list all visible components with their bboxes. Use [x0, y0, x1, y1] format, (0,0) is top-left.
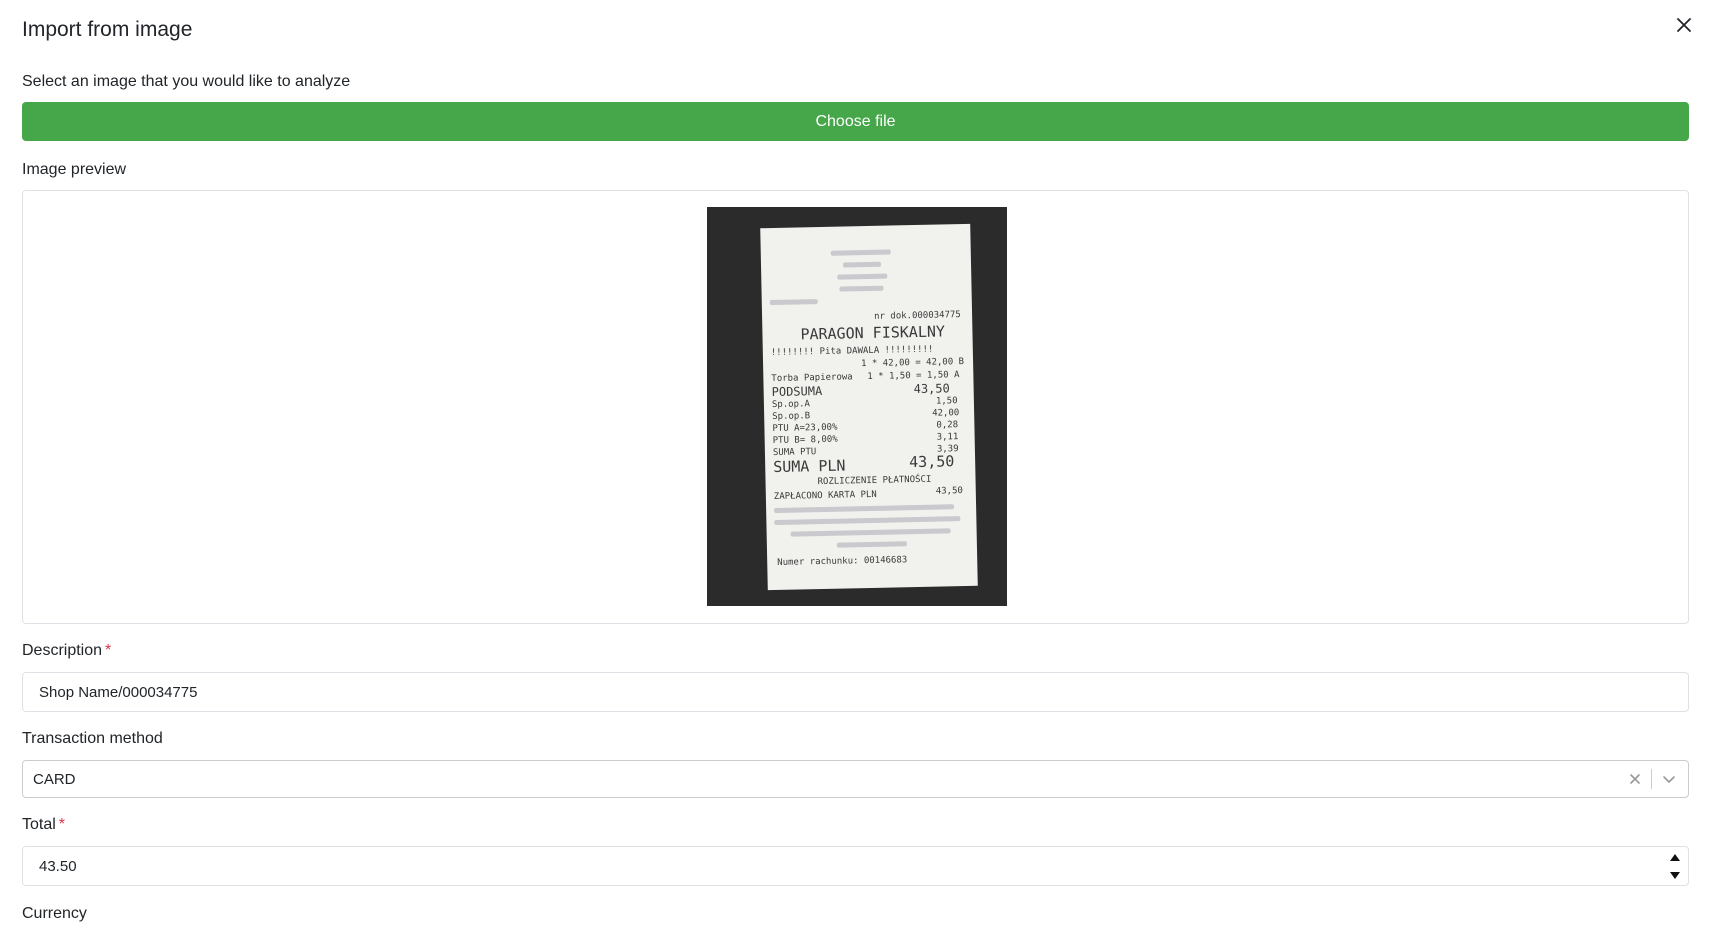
transaction-method-value: CARD [33, 770, 76, 788]
required-mark: * [58, 816, 66, 833]
receipt-item-name: !!!!!!!! Pita DAWALA !!!!!!!!! [770, 344, 934, 359]
clear-select-button[interactable] [1626, 770, 1644, 788]
choose-file-button[interactable]: Choose file [22, 102, 1689, 141]
receipt-heading: PARAGON FISKALNY [800, 322, 946, 344]
description-label: Description * [22, 642, 111, 660]
required-mark: * [105, 642, 112, 659]
receipt-photo: nr dok.000034775 PARAGON FISKALNY !!!!!!… [707, 207, 1007, 606]
image-preview-label: Image preview [22, 161, 127, 178]
total-value: 43.50 [39, 857, 77, 875]
transaction-method-label: Transaction method [22, 730, 163, 747]
clear-icon[interactable] [1629, 773, 1641, 785]
chevron-down-icon[interactable] [1662, 774, 1676, 784]
receipt-subtotal-label: PODSUMA [771, 383, 823, 400]
receipt-spa-label: Sp.op.A [771, 399, 810, 411]
import-from-image-modal: Import from image Select an image that y… [0, 0, 1709, 930]
receipt-spb-value: 42,00 [932, 408, 960, 419]
receipt-settlement: ROZLICZENIE PŁATNOŚCI [817, 474, 932, 488]
decrement-button[interactable] [1666, 867, 1684, 883]
receipt-ptua-label: PTU A=23,00% [772, 422, 838, 435]
receipt-ptub-label: PTU B= 8,00% [772, 434, 838, 447]
receipt-paid-value: 43,50 [935, 486, 963, 497]
receipt-doc-no: nr dok.000034775 [874, 310, 961, 322]
receipt-number: Numer rachunku: 00146683 [777, 555, 908, 568]
increment-button[interactable] [1666, 849, 1684, 865]
receipt-ptua-value: 0,28 [936, 420, 959, 431]
select-separator [1651, 769, 1652, 789]
receipt-paid-label: ZAPŁACONO KARTA PLN [773, 489, 877, 503]
receipt-ptub-value: 3,11 [936, 432, 959, 443]
description-input[interactable]: Shop Name/000034775 [22, 672, 1689, 712]
receipt-bag-name: Torba Papierowa [771, 372, 853, 385]
caret-down-icon[interactable] [1670, 871, 1680, 879]
number-spinner [1666, 849, 1684, 883]
close-button[interactable] [1669, 10, 1699, 40]
transaction-method-select[interactable]: CARD [22, 760, 1689, 798]
upload-label: Select an image that you would like to a… [22, 73, 351, 90]
select-dropdown-toggle[interactable] [1658, 769, 1680, 789]
receipt-spa-value: 1,50 [935, 396, 958, 407]
total-label: Total * [22, 816, 65, 834]
total-label-text: Total [22, 816, 56, 833]
receipt-paper: nr dok.000034775 PARAGON FISKALNY !!!!!!… [760, 223, 978, 591]
total-input[interactable]: 43.50 [22, 846, 1689, 886]
description-label-text: Description [22, 642, 103, 659]
caret-up-icon[interactable] [1670, 853, 1680, 861]
modal-title: Import from image [22, 18, 193, 41]
receipt-bag-calc: 1 * 1,50 = 1,50 A [867, 370, 960, 383]
receipt-total-value: 43,50 [908, 452, 955, 472]
image-preview-box: nr dok.000034775 PARAGON FISKALNY !!!!!!… [22, 190, 1689, 624]
receipt-subtotal-value: 43,50 [913, 381, 950, 397]
receipt-item-calc: 1 * 42,00 = 42,00 B [860, 357, 965, 370]
receipt-spb-label: Sp.op.B [772, 411, 811, 423]
receipt-total-label: SUMA PLN [773, 456, 846, 477]
currency-label: Currency [22, 905, 87, 922]
close-icon[interactable] [1676, 17, 1692, 33]
